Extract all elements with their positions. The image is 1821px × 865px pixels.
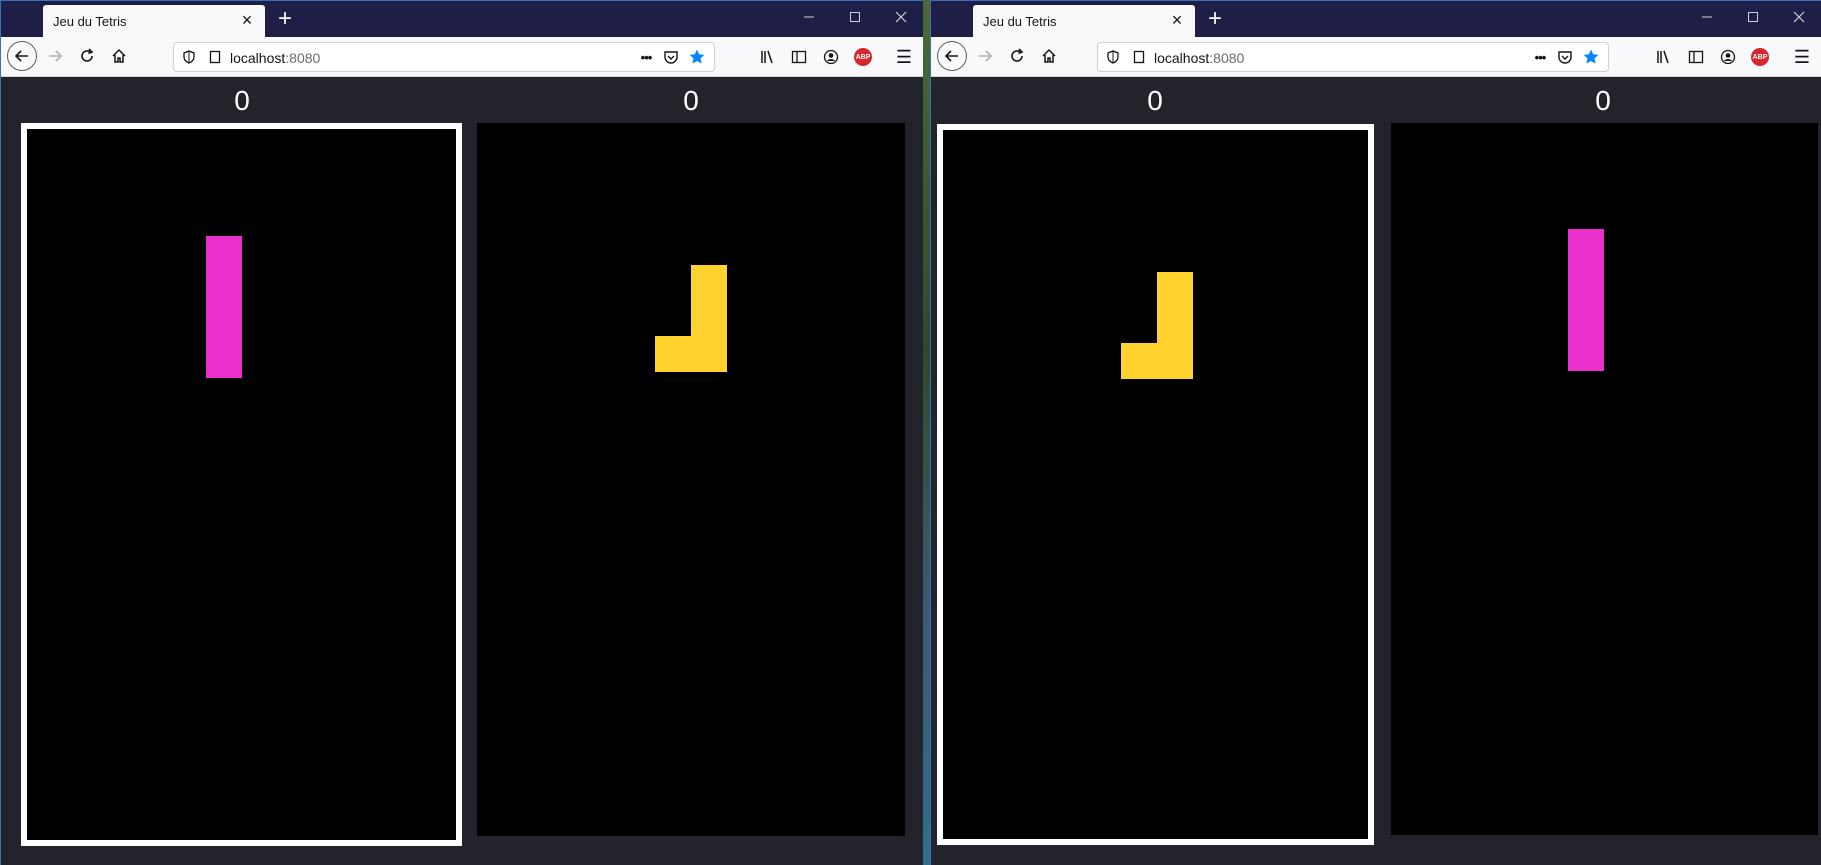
close-tab-icon[interactable]: × <box>1167 10 1187 30</box>
page-actions-icon[interactable]: ••• <box>1528 48 1552 66</box>
close-window-button[interactable] <box>878 7 923 31</box>
desktop-background <box>923 0 930 865</box>
browser-window-right: Jeu du Tetris × + localhost:8080 ••• ABP… <box>930 0 1821 865</box>
forward-button[interactable] <box>971 42 999 70</box>
score-player: 0 <box>1147 85 1163 116</box>
game-board-player[interactable] <box>21 123 462 846</box>
reload-button[interactable] <box>73 42 101 70</box>
menu-icon[interactable]: ☰ <box>893 46 915 68</box>
new-tab-button[interactable]: + <box>1203 4 1227 34</box>
menu-icon[interactable]: ☰ <box>1791 46 1813 68</box>
minimize-button[interactable] <box>786 7 832 31</box>
titlebar: Jeu du Tetris × + <box>931 1 1821 37</box>
page-content: 0 0 <box>931 77 1821 865</box>
close-window-button[interactable] <box>1776 7 1821 31</box>
library-icon[interactable] <box>757 46 779 68</box>
page-info-icon[interactable] <box>206 48 224 66</box>
page-content: 0 0 <box>1 77 923 865</box>
adblock-icon[interactable]: ABP <box>852 46 874 68</box>
forward-button[interactable] <box>41 42 69 70</box>
maximize-button[interactable] <box>1730 7 1776 31</box>
tetromino-i-piece <box>206 236 242 378</box>
score-player: 0 <box>234 85 250 116</box>
home-button[interactable] <box>1035 42 1063 70</box>
bookmark-star-icon[interactable] <box>688 48 706 66</box>
tetromino-j-piece-foot <box>655 336 691 372</box>
minimize-button[interactable] <box>1684 7 1730 31</box>
game-board-opponent <box>1391 123 1818 835</box>
pocket-icon[interactable] <box>662 48 680 66</box>
back-button[interactable] <box>7 41 37 71</box>
navigation-toolbar: localhost:8080 ••• ABP ☰ <box>931 37 1821 77</box>
sidebar-icon[interactable] <box>788 46 810 68</box>
tetromino-j-piece-foot <box>1121 343 1157 379</box>
library-icon[interactable] <box>1653 46 1675 68</box>
adblock-icon[interactable]: ABP <box>1749 46 1771 68</box>
score-opponent: 0 <box>683 85 699 116</box>
account-icon[interactable] <box>820 46 842 68</box>
browser-window-left: Jeu du Tetris × + localhost:8080 ••• ABP… <box>0 0 923 865</box>
sidebar-icon[interactable] <box>1685 46 1707 68</box>
back-button[interactable] <box>937 41 967 71</box>
url-bar[interactable]: localhost:8080 ••• <box>1097 42 1609 72</box>
navigation-toolbar: localhost:8080 ••• ABP ☰ <box>1 37 923 77</box>
url-bar[interactable]: localhost:8080 ••• <box>173 42 715 72</box>
game-board-player[interactable] <box>937 124 1374 845</box>
new-tab-button[interactable]: + <box>273 4 297 34</box>
tracking-protection-shield-icon[interactable] <box>1104 48 1122 66</box>
bookmark-star-icon[interactable] <box>1582 48 1600 66</box>
tab-active[interactable]: Jeu du Tetris × <box>973 5 1195 37</box>
tetromino-i-piece <box>1568 229 1604 371</box>
account-icon[interactable] <box>1717 46 1739 68</box>
tetromino-j-piece <box>1157 272 1193 379</box>
maximize-button[interactable] <box>832 7 878 31</box>
pocket-icon[interactable] <box>1556 48 1574 66</box>
url-text: localhost:8080 <box>230 50 321 66</box>
tab-active[interactable]: Jeu du Tetris × <box>43 5 265 37</box>
page-info-icon[interactable] <box>1130 48 1148 66</box>
close-tab-icon[interactable]: × <box>237 10 257 30</box>
score-opponent: 0 <box>1595 85 1611 116</box>
home-button[interactable] <box>105 42 133 70</box>
page-actions-icon[interactable]: ••• <box>634 48 658 66</box>
tracking-protection-shield-icon[interactable] <box>180 48 198 66</box>
tab-title: Jeu du Tetris <box>983 14 1057 29</box>
reload-button[interactable] <box>1003 42 1031 70</box>
titlebar: Jeu du Tetris × + <box>1 1 923 37</box>
url-text: localhost:8080 <box>1154 50 1245 66</box>
tetromino-j-piece <box>691 265 727 372</box>
game-board-opponent <box>477 123 905 836</box>
tab-title: Jeu du Tetris <box>53 14 127 29</box>
